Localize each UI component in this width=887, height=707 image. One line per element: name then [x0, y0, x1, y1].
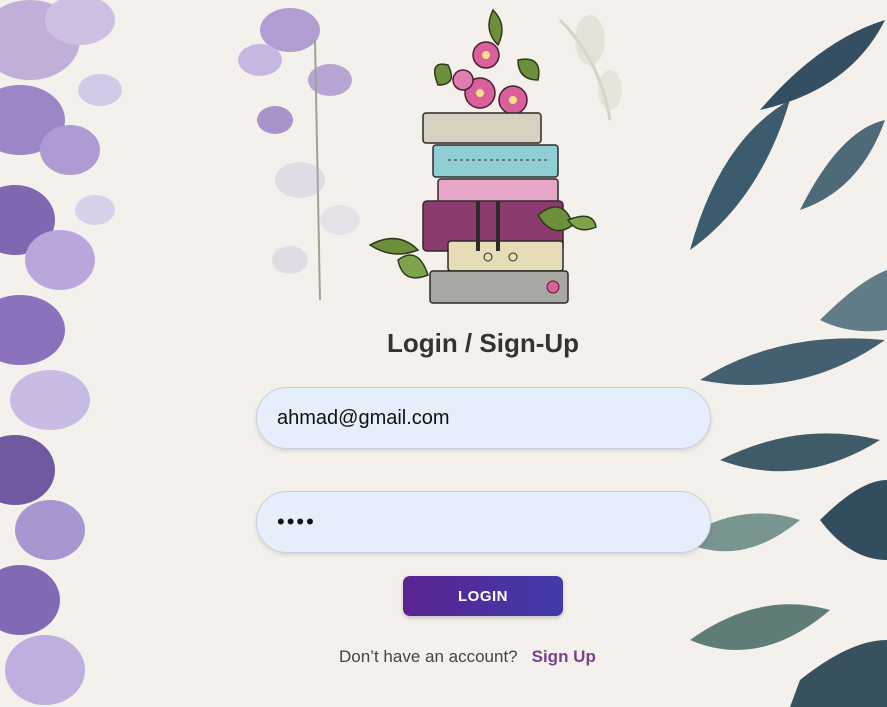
- signup-prompt-row: Don’t have an account? Sign Up: [339, 647, 596, 667]
- password-field[interactable]: [256, 491, 711, 553]
- book-stack-flower-icon: [368, 8, 597, 304]
- page-title: Login / Sign-Up: [386, 328, 580, 358]
- login-button[interactable]: LOGIN: [403, 576, 563, 616]
- signup-prompt-text: Don’t have an account?: [339, 647, 518, 666]
- email-field[interactable]: [256, 387, 711, 449]
- signup-link[interactable]: Sign Up: [532, 647, 596, 666]
- login-panel: Login / Sign-Up LOGIN Don’t have an acco…: [0, 0, 887, 707]
